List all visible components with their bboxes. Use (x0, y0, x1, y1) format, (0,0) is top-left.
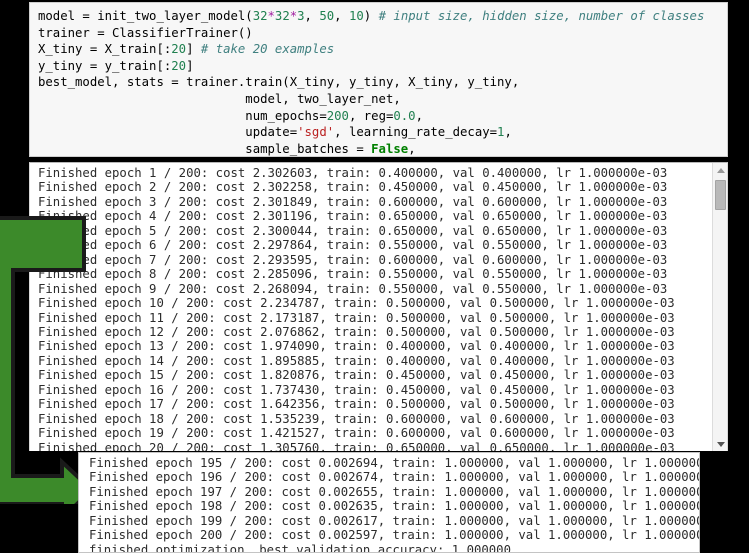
code-token: 200 (326, 108, 349, 123)
code-token: 32 (274, 9, 290, 23)
code-token: ] (186, 42, 201, 57)
code-token: 0.0 (393, 108, 416, 123)
log-line: finished optimization. best validation a… (89, 542, 511, 553)
code-token: 32 (252, 9, 268, 23)
code-line: num_epochs=200, reg=0.0, (38, 109, 423, 123)
log-line: Finished epoch 3 / 200: cost 2.301849, t… (38, 194, 668, 209)
log-line: Finished epoch 13 / 200: cost 1.974090, … (38, 339, 675, 354)
log-line: Finished epoch 19 / 200: cost 1.421527, … (38, 426, 675, 441)
code-token: ) (363, 9, 379, 23)
code-token: False (371, 141, 409, 156)
code-token: 'sgd' (297, 125, 335, 140)
code-token: ] (186, 58, 194, 73)
code-token: X_tiny = X_train[: (38, 42, 172, 57)
log-line: Finished epoch 1 / 200: cost 2.302603, t… (38, 166, 668, 180)
code-token: , (304, 9, 320, 23)
code-token: , (415, 108, 423, 123)
log-lines-container-final: Finished epoch 195 / 200: cost 0.002694,… (79, 453, 700, 553)
log-line: Finished epoch 9 / 200: cost 2.268094, t… (38, 281, 668, 296)
code-token: model, two_layer_net, (38, 91, 401, 106)
code-token: 20 (171, 42, 187, 57)
log-line: Finished epoch 8 / 200: cost 2.285096, t… (38, 267, 668, 282)
triangle-up-icon (716, 167, 725, 173)
log-line: Finished epoch 18 / 200: cost 1.535239, … (38, 411, 675, 426)
code-input-cell[interactable]: model = init_two_layer_model(32*32*3, 50… (29, 2, 728, 157)
scrollbar-thumb[interactable] (715, 180, 726, 210)
log-line: Finished epoch 5 / 200: cost 2.300044, t… (38, 223, 668, 238)
code-token: , (504, 125, 512, 140)
code-token: update= (38, 125, 298, 140)
scrollbar-down-arrow-icon[interactable] (713, 437, 727, 451)
code-token: , (334, 9, 349, 23)
code-token: 20 (171, 58, 187, 73)
training-output-panel-final: Finished epoch 195 / 200: cost 0.002694,… (78, 452, 700, 553)
code-line: model = init_two_layer_model(32*32*3, 50… (38, 9, 704, 23)
log-line: Finished epoch 7 / 200: cost 2.293595, t… (38, 252, 668, 267)
code-token: best_model, stats = trainer.train(X_tiny… (38, 75, 520, 90)
log-line: Finished epoch 6 / 200: cost 2.297864, t… (38, 238, 668, 253)
log-line: Finished epoch 15 / 200: cost 1.820876, … (38, 368, 675, 383)
code-token: 10 (348, 9, 364, 23)
code-token: * (267, 9, 275, 23)
code-token: trainer = ClassifierTrainer() (38, 25, 253, 40)
log-line: Finished epoch 11 / 200: cost 2.173187, … (38, 310, 675, 325)
code-token: num_epochs= (38, 108, 327, 123)
log-line: Finished epoch 197 / 200: cost 0.002655,… (89, 484, 700, 499)
code-source-text[interactable]: model = init_two_layer_model(32*32*3, 50… (30, 3, 727, 156)
log-line: Finished epoch 4 / 200: cost 2.301196, t… (38, 209, 668, 224)
triangle-down-icon (716, 441, 725, 447)
code-token: # take 20 examples (200, 42, 335, 57)
code-line: model, two_layer_net, (38, 91, 401, 106)
code-line: sample_batches = False, (38, 141, 416, 156)
code-line: y_tiny = y_train[:20] (38, 59, 193, 73)
scrollbar-up-arrow-icon[interactable] (713, 163, 727, 177)
code-token: , reg= (348, 108, 394, 123)
code-token: 50 (319, 9, 335, 23)
code-token: sample_batches = (38, 141, 372, 156)
code-token: , learning_rate_decay= (334, 125, 498, 140)
code-line: update='sgd', learning_rate_decay=1, (38, 125, 512, 139)
log-line: Finished epoch 14 / 200: cost 1.895885, … (38, 353, 675, 368)
code-line: X_tiny = X_train[:20] # take 20 examples (38, 42, 334, 56)
vertical-scrollbar[interactable] (712, 163, 727, 451)
log-line: Finished epoch 16 / 200: cost 1.737430, … (38, 382, 675, 397)
code-token: 3 (297, 9, 305, 23)
code-token: y_tiny = y_train[: (38, 58, 172, 73)
log-line: Finished epoch 198 / 200: cost 0.002635,… (89, 499, 700, 514)
log-line: Finished epoch 196 / 200: cost 0.002674,… (89, 470, 700, 485)
log-line: Finished epoch 2 / 200: cost 2.302258, t… (38, 180, 668, 195)
log-line: Finished epoch 12 / 200: cost 2.076862, … (38, 324, 675, 339)
log-line: Finished epoch 195 / 200: cost 0.002694,… (89, 456, 700, 470)
log-line: Finished epoch 200 / 200: cost 0.002597,… (89, 528, 700, 543)
log-line: Finished epoch 20 / 200: cost 1.305760, … (38, 440, 675, 451)
code-token: model = init_two_layer_model( (38, 9, 253, 23)
code-token: # input size, hidden size, number of cla… (378, 9, 705, 23)
log-line: Finished epoch 17 / 200: cost 1.642356, … (38, 397, 675, 412)
code-line: trainer = ClassifierTrainer() (38, 26, 253, 40)
code-line: best_model, stats = trainer.train(X_tiny… (38, 75, 519, 89)
log-line: Finished epoch 10 / 200: cost 2.234787, … (38, 296, 675, 311)
training-output-panel-first: Finished epoch 1 / 200: cost 2.302603, t… (29, 162, 728, 451)
code-token: , (408, 141, 416, 156)
log-line: Finished epoch 199 / 200: cost 0.002617,… (89, 513, 700, 528)
log-lines-container-first: Finished epoch 1 / 200: cost 2.302603, t… (30, 163, 706, 451)
